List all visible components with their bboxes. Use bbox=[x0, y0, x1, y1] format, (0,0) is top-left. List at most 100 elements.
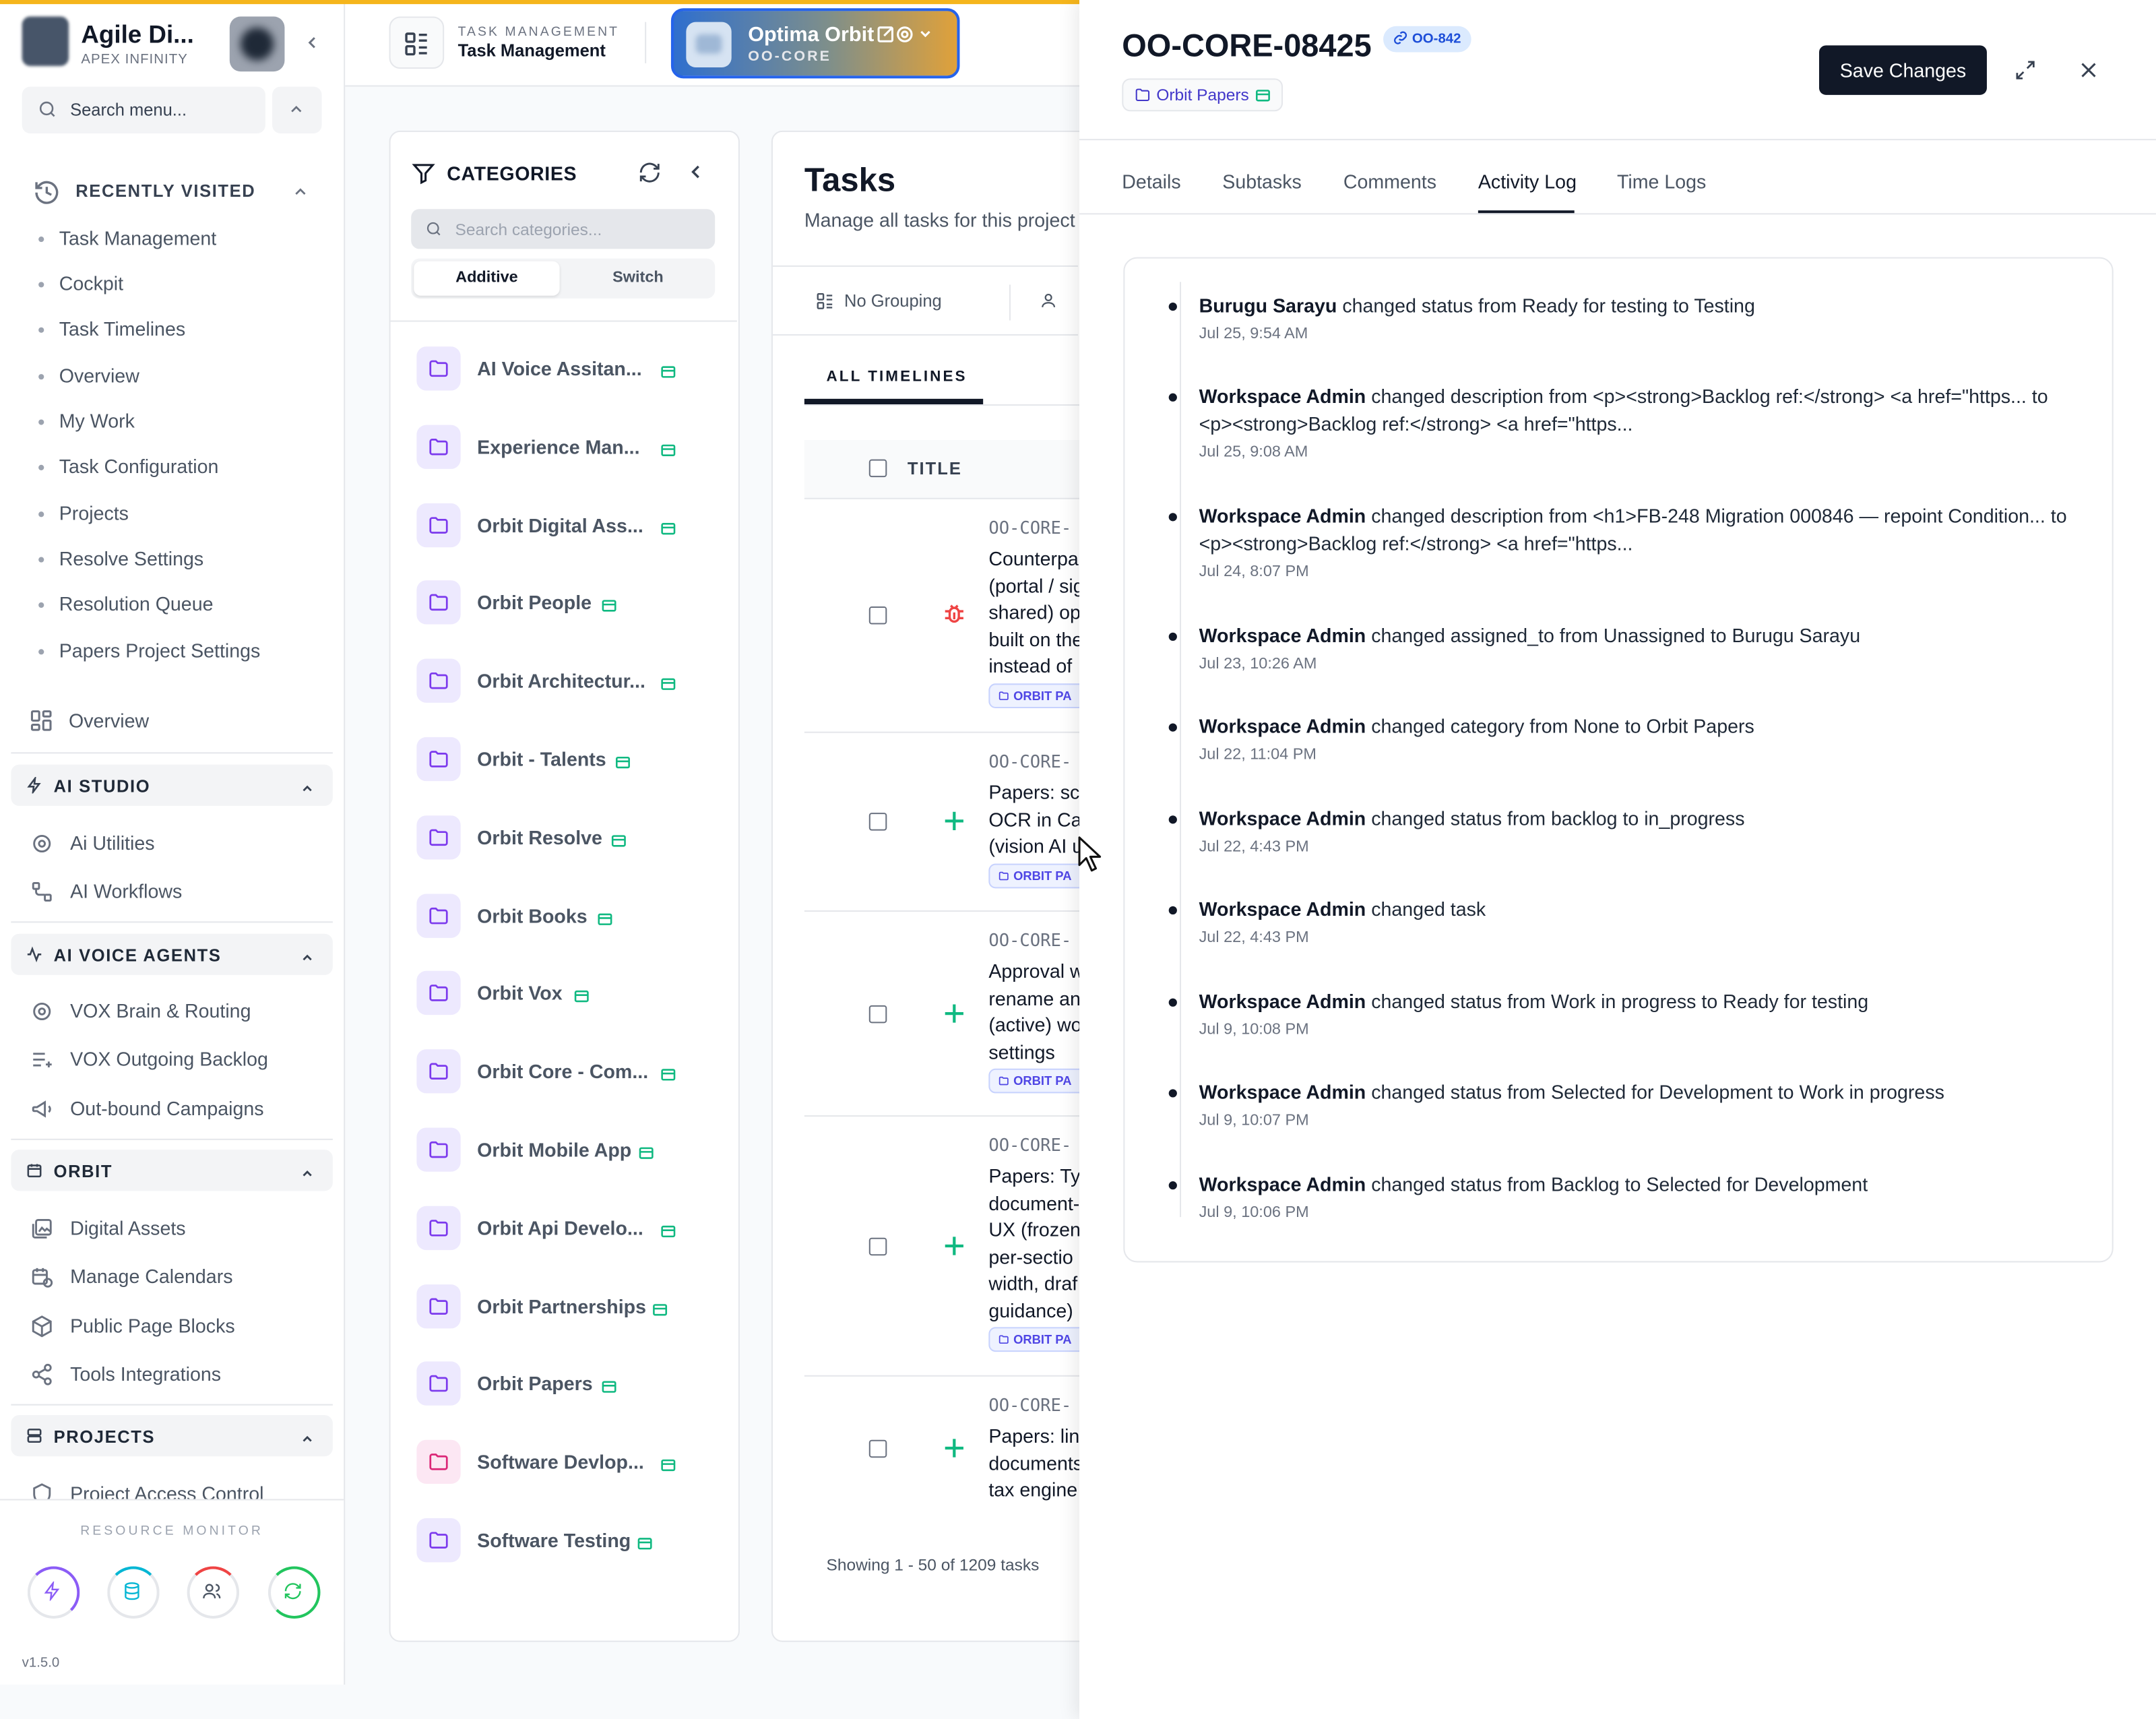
task-id[interactable]: OO-CORE- bbox=[988, 517, 1071, 538]
collapse-menu-button[interactable] bbox=[272, 86, 322, 133]
recent-item[interactable]: My Work bbox=[38, 410, 135, 432]
task-title-line: Papers: Ty bbox=[988, 1164, 1080, 1187]
category-item[interactable]: Software Testing bbox=[416, 1518, 691, 1563]
activity-text: Workspace Admin changed status from Work… bbox=[1199, 990, 1869, 1013]
category-name: Orbit Vox bbox=[477, 982, 563, 1005]
tab-subtasks[interactable]: Subtasks bbox=[1222, 170, 1302, 193]
row-checkbox[interactable] bbox=[868, 1237, 887, 1255]
category-item[interactable]: Orbit Digital Ass... bbox=[416, 503, 691, 547]
row-checkbox[interactable] bbox=[868, 606, 887, 625]
module-switcher[interactable] bbox=[389, 16, 445, 69]
category-item[interactable]: Orbit Mobile App bbox=[416, 1127, 691, 1172]
activity-actor: Workspace Admin bbox=[1199, 624, 1366, 647]
timeline-dot bbox=[1168, 815, 1177, 824]
recent-item[interactable]: Papers Project Settings bbox=[38, 639, 260, 662]
app-logo[interactable] bbox=[22, 16, 69, 66]
close-icon[interactable] bbox=[2078, 59, 2100, 82]
category-item[interactable]: Software Devlop... bbox=[416, 1440, 691, 1484]
mode-switch-button[interactable]: Switch bbox=[565, 261, 711, 296]
tasks-subtitle: Manage all tasks for this project bbox=[804, 209, 1075, 231]
task-title[interactable]: Counterpa (portal / sig shared) op built on… bbox=[988, 546, 1079, 680]
tab-all-timelines[interactable]: ALL TIMELINES bbox=[827, 369, 968, 385]
recently-visited-label: RECENTLY VISITED bbox=[75, 181, 256, 201]
chevron-left-icon[interactable] bbox=[685, 161, 707, 183]
category-name: Orbit Partnerships bbox=[477, 1294, 647, 1317]
category-name: Orbit People bbox=[477, 592, 592, 614]
task-title[interactable]: Papers: sc OCR in Ca (vision AI u bbox=[988, 780, 1079, 860]
search-menu-input[interactable]: Search menu... bbox=[22, 86, 265, 133]
category-chip[interactable]: Orbit Papers bbox=[1122, 78, 1283, 112]
category-item[interactable]: AI Voice Assitan... bbox=[416, 346, 691, 391]
row-checkbox[interactable] bbox=[868, 813, 887, 831]
workspace-switcher[interactable]: Optima Orbit OO-CORE bbox=[670, 8, 960, 79]
recent-item[interactable]: Overview bbox=[38, 365, 139, 386]
folder-icon bbox=[416, 815, 461, 860]
task-title[interactable]: Papers: lin documents tax engine per-line t… bbox=[988, 1423, 1080, 1508]
timeline-dot bbox=[1168, 1181, 1177, 1190]
tab-activity-log[interactable]: Activity Log bbox=[1478, 170, 1577, 193]
timeline-dot bbox=[1168, 513, 1177, 522]
mode-additive-button[interactable]: Additive bbox=[414, 261, 560, 296]
chevron-left-icon[interactable] bbox=[303, 33, 322, 53]
timeline-dot bbox=[1168, 998, 1177, 1007]
column-title: TITLE bbox=[907, 459, 962, 479]
save-changes-button[interactable]: Save Changes bbox=[1818, 45, 1987, 95]
filter-mode-toggle: Additive Switch bbox=[411, 258, 716, 299]
recent-item[interactable]: Resolution Queue bbox=[38, 593, 213, 615]
chevron-up-icon[interactable] bbox=[292, 183, 310, 201]
task-title[interactable]: Approval w rename an (active) wo settings bbox=[988, 958, 1079, 1065]
tab-comments[interactable]: Comments bbox=[1343, 170, 1436, 193]
task-id[interactable]: OO-CORE- bbox=[988, 1135, 1071, 1156]
category-item[interactable]: Orbit Core - Com... bbox=[416, 1049, 691, 1094]
category-item[interactable]: Orbit Papers bbox=[416, 1362, 691, 1406]
activity-text: Workspace Admin changed category from No… bbox=[1199, 715, 1754, 737]
task-id[interactable]: OO-CORE- bbox=[988, 1394, 1071, 1415]
refresh-icon[interactable] bbox=[638, 161, 662, 185]
task-title[interactable]: Papers: Ty document- UX (frozen per-sectio w… bbox=[988, 1164, 1079, 1325]
task-title-line: Papers: lin bbox=[988, 1425, 1080, 1447]
category-item[interactable]: Orbit Vox bbox=[416, 971, 691, 1015]
section-ai-voice-agents[interactable]: AI VOICE AGENTS bbox=[11, 933, 333, 975]
divider bbox=[1009, 284, 1011, 321]
users-monitor[interactable] bbox=[187, 1566, 240, 1619]
category-item[interactable]: Orbit Api Develo... bbox=[416, 1206, 691, 1250]
recent-item[interactable]: Cockpit bbox=[38, 272, 123, 294]
category-item[interactable]: Orbit Architectur... bbox=[416, 658, 691, 704]
category-search-input[interactable]: Search categories... bbox=[411, 209, 716, 249]
section-orbit[interactable]: ORBIT bbox=[11, 1150, 333, 1191]
card-icon bbox=[652, 1298, 668, 1323]
tab-time-logs[interactable]: Time Logs bbox=[1617, 170, 1706, 193]
avatar[interactable] bbox=[229, 16, 285, 72]
expand-icon[interactable] bbox=[2015, 59, 2037, 82]
recent-item[interactable]: Resolve Settings bbox=[38, 547, 203, 569]
category-item[interactable]: Orbit Resolve bbox=[416, 815, 691, 860]
sync-monitor[interactable] bbox=[267, 1566, 321, 1619]
sidebar: Agile Di... APEX INFINITY Search menu...… bbox=[0, 0, 346, 1685]
recent-item[interactable]: Task Configuration bbox=[38, 456, 218, 477]
tab-details[interactable]: Details bbox=[1122, 170, 1180, 193]
row-checkbox[interactable] bbox=[868, 1439, 887, 1458]
divider bbox=[11, 921, 333, 923]
task-id[interactable]: OO-CORE- bbox=[988, 751, 1071, 772]
category-item[interactable]: Experience Man... bbox=[416, 425, 691, 469]
task-id[interactable]: OO-CORE- bbox=[988, 930, 1071, 951]
select-all-checkbox[interactable] bbox=[868, 459, 887, 478]
category-item[interactable]: Orbit - Talents bbox=[416, 737, 691, 782]
cpu-monitor[interactable] bbox=[27, 1566, 80, 1619]
recent-item[interactable]: Projects bbox=[38, 502, 129, 524]
category-tag: ORBIT PA bbox=[988, 683, 1091, 708]
category-item[interactable]: Orbit Books bbox=[416, 893, 691, 937]
category-item[interactable]: Orbit People bbox=[416, 581, 691, 625]
row-checkbox[interactable] bbox=[868, 1004, 887, 1023]
divider bbox=[1079, 213, 2156, 215]
section-ai-studio[interactable]: AI STUDIO bbox=[11, 764, 333, 806]
category-item[interactable]: Orbit Partnerships bbox=[416, 1284, 691, 1328]
storage-monitor[interactable] bbox=[107, 1566, 160, 1619]
history-icon bbox=[33, 179, 61, 206]
task-title-line: built on the bbox=[988, 627, 1080, 650]
linked-task-badge[interactable]: OO-842 bbox=[1383, 26, 1471, 53]
section-projects[interactable]: PROJECTS bbox=[11, 1414, 333, 1457]
user-filter-icon[interactable] bbox=[1040, 292, 1058, 310]
recent-item[interactable]: Task Management bbox=[38, 227, 216, 249]
recent-item[interactable]: Task Timelines bbox=[38, 317, 185, 340]
